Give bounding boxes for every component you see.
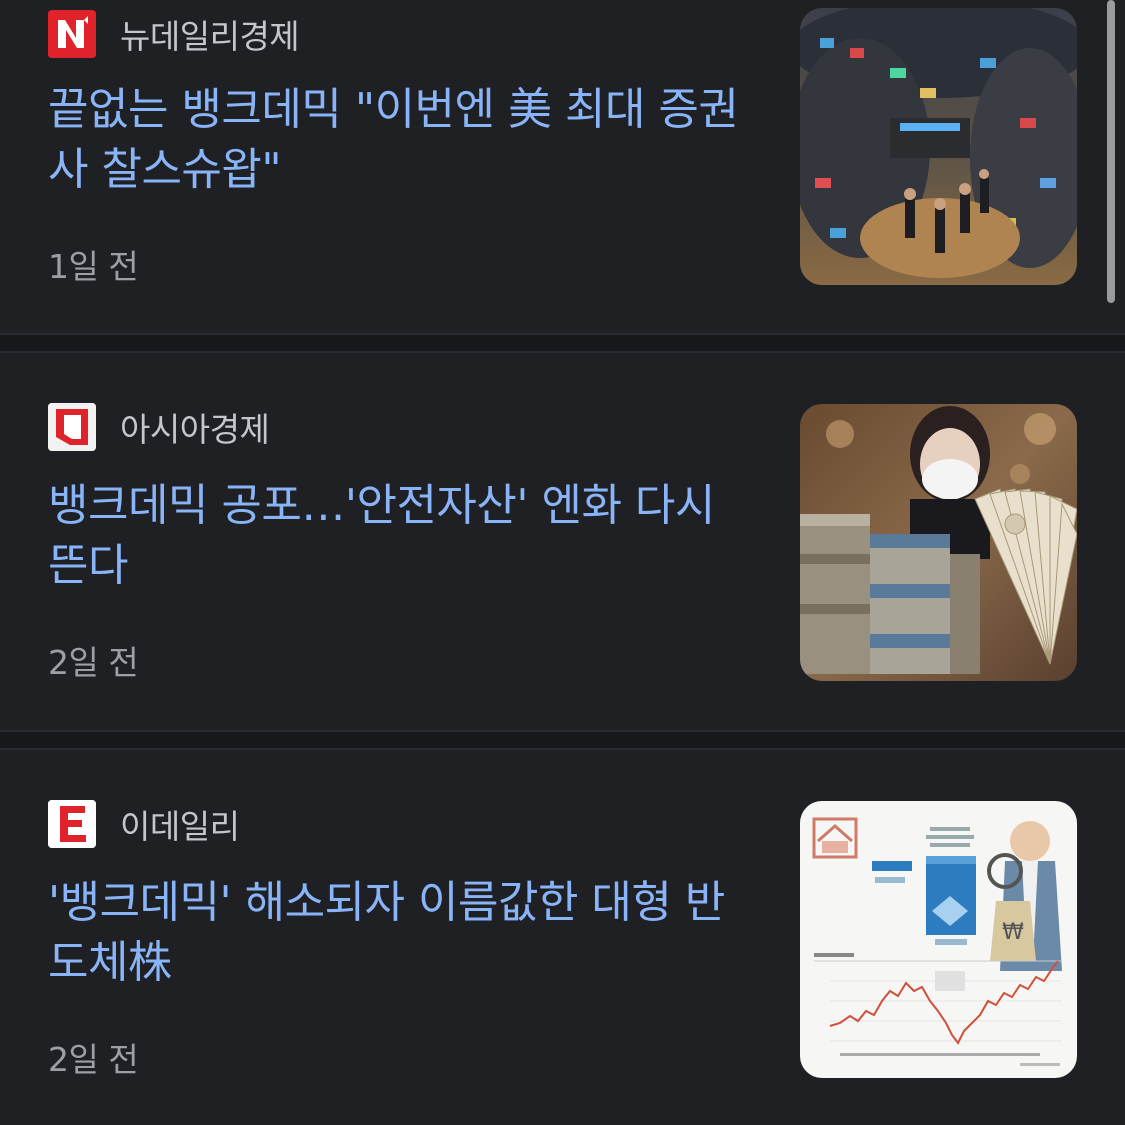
thumbnail-image[interactable] <box>800 8 1077 285</box>
thumbnail-image[interactable]: ₩ <box>800 801 1077 1078</box>
news-feed: 뉴데일리경제 끝없는 뱅크데믹 "이번엔 美 최대 증권사 찰스슈왑" 1일 전 <box>0 0 1125 1125</box>
semiconductor-infographic-icon: ₩ <box>800 801 1077 1078</box>
asiae-logo-icon <box>48 403 96 451</box>
scrollbar[interactable] <box>1107 0 1115 303</box>
news-card[interactable]: 아시아경제 뱅크데믹 공포…'안전자산' 엔화 다시 뜬다 2일 전 <box>0 353 1125 730</box>
card-divider <box>0 333 1125 353</box>
source-row: 이데일리 <box>48 800 240 848</box>
news-card[interactable]: 뉴데일리경제 끝없는 뱅크데믹 "이번엔 美 최대 증권사 찰스슈왑" 1일 전 <box>0 0 1125 333</box>
edaily-logo-icon <box>48 800 96 848</box>
headline-link[interactable]: 뱅크데믹 공포…'안전자산' 엔화 다시 뜬다 <box>48 476 758 596</box>
headline-link[interactable]: '뱅크데믹' 해소되자 이름값한 대형 반도체株 <box>48 873 758 993</box>
publish-time: 1일 전 <box>48 247 139 286</box>
publish-time: 2일 전 <box>48 1040 139 1079</box>
source-name[interactable]: 뉴데일리경제 <box>120 10 300 58</box>
yen-banknotes-photo-icon <box>800 404 1077 681</box>
news-card[interactable]: 이데일리 '뱅크데믹' 해소되자 이름값한 대형 반도체株 2일 전 ₩ <box>0 750 1125 1125</box>
source-row: 뉴데일리경제 <box>48 10 300 58</box>
source-name[interactable]: 아시아경제 <box>120 403 270 451</box>
card-divider <box>0 730 1125 750</box>
source-name[interactable]: 이데일리 <box>120 800 240 848</box>
publish-time: 2일 전 <box>48 643 139 682</box>
headline-link[interactable]: 끝없는 뱅크데믹 "이번엔 美 최대 증권사 찰스슈왑" <box>48 80 758 200</box>
stock-exchange-photo-icon <box>800 8 1077 285</box>
thumbnail-image[interactable] <box>800 404 1077 681</box>
newdaily-logo-icon <box>48 10 96 58</box>
source-row: 아시아경제 <box>48 403 270 451</box>
svg-text:₩: ₩ <box>1002 920 1024 945</box>
